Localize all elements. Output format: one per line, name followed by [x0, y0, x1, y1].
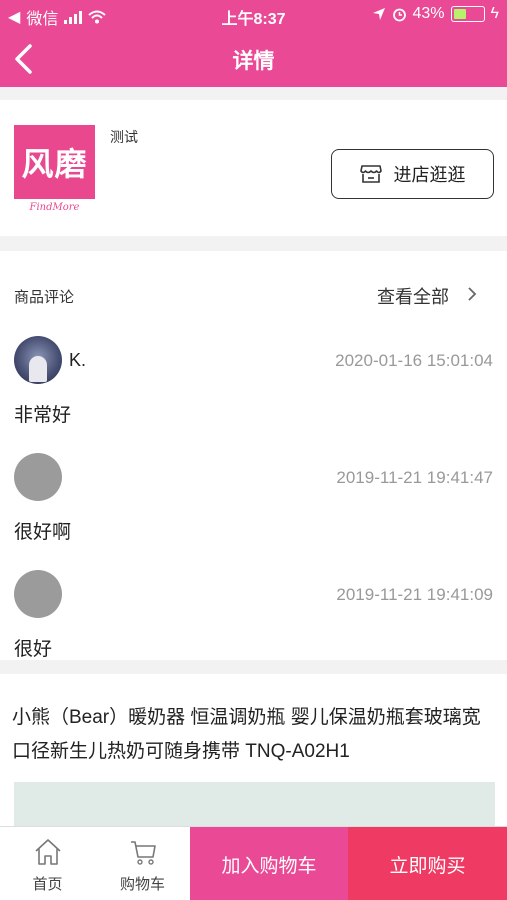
review-item: 2019-11-21 19:41:47 很好啊	[0, 453, 507, 571]
visit-shop-button[interactable]: 进店逛逛	[331, 149, 494, 199]
bottom-action-bar: 首页 购物车 加入购物车 立即购买	[0, 826, 507, 900]
review-content: 很好	[14, 639, 53, 660]
review-time: 2020-01-16 15:01:04	[335, 351, 493, 370]
buy-now-button[interactable]: 立即购买	[348, 827, 507, 900]
location-icon	[372, 8, 385, 20]
tab-cart[interactable]: 购物车	[95, 827, 190, 900]
product-section: 小熊（Bear）暖奶器 恒温调奶瓶 婴儿保温奶瓶套玻璃宽口径新生儿热奶可随身携带…	[0, 674, 507, 829]
avatar	[14, 453, 62, 501]
chevron-right-icon[interactable]	[465, 286, 479, 302]
review-item: K. 2020-01-16 15:01:04 非常好	[0, 336, 507, 454]
shop-card: 风磨 FindMore 测试 进店逛逛	[0, 100, 507, 236]
status-bar: ◀ 微信 上午8:37 43% ϟ	[0, 0, 507, 30]
cart-icon	[131, 841, 156, 865]
store-icon	[359, 165, 382, 183]
charging-icon: ϟ	[490, 5, 499, 22]
home-icon	[35, 839, 61, 865]
product-image[interactable]	[14, 782, 495, 829]
review-content: 很好啊	[14, 522, 72, 543]
review-time: 2019-11-21 19:41:09	[336, 585, 493, 604]
battery-percent: 43%	[412, 5, 445, 22]
add-to-cart-button[interactable]: 加入购物车	[190, 827, 348, 900]
review-username: K.	[69, 350, 87, 370]
tab-home-label: 首页	[32, 876, 63, 893]
tab-home[interactable]: 首页	[0, 827, 95, 900]
avatar	[14, 336, 62, 384]
product-title: 小熊（Bear）暖奶器 恒温调奶瓶 婴儿保温奶瓶套玻璃宽口径新生儿热奶可随身携带…	[12, 707, 481, 762]
avatar	[14, 570, 62, 618]
logo-text: 风磨	[14, 125, 95, 199]
visit-shop-label: 进店逛逛	[393, 165, 466, 185]
shop-logo[interactable]: 风磨 FindMore	[14, 125, 95, 217]
review-time: 2019-11-21 19:41:47	[336, 468, 493, 487]
nav-bar: 详情	[0, 30, 507, 87]
shop-name: 测试	[110, 129, 138, 145]
page-title: 详情	[232, 50, 275, 73]
reviews-section: 商品评论 查看全部 K. 2020-01-16 15:01:04 非常好 201…	[0, 251, 507, 660]
alarm-icon	[392, 8, 406, 21]
review-item: 2019-11-21 19:41:09 很好	[0, 570, 507, 688]
logo-subtext: FindMore	[29, 202, 80, 213]
reviews-header: 商品评论	[14, 289, 75, 306]
review-content: 非常好	[14, 405, 72, 426]
view-all-reviews-link[interactable]: 查看全部	[377, 283, 449, 309]
battery-icon	[450, 6, 485, 22]
tab-cart-label: 购物车	[119, 876, 165, 893]
